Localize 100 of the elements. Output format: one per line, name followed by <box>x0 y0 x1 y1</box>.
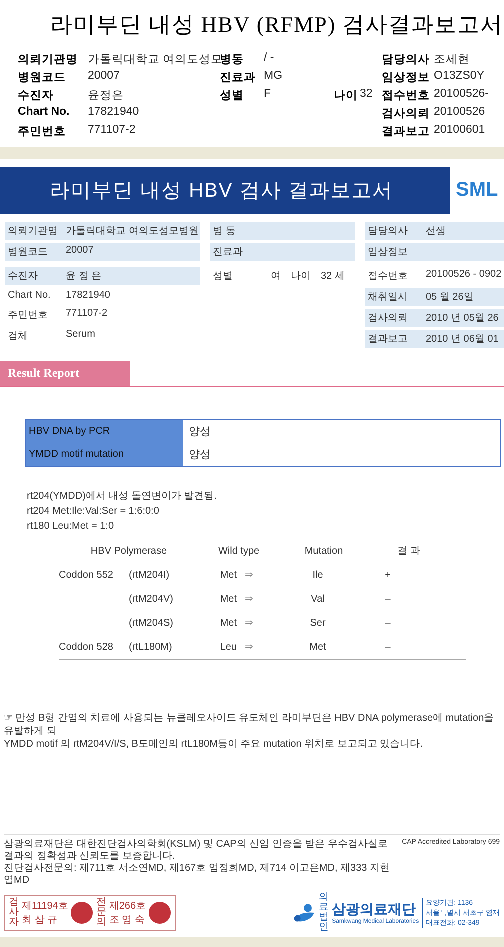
info-value: Serum <box>66 329 96 342</box>
field-value: O13ZS0Y <box>434 70 486 84</box>
table-cell-text: Met <box>219 618 238 628</box>
info-label: 의뢰기관명 <box>8 225 56 238</box>
field-value: / - <box>264 52 276 66</box>
field-value: 20100526- <box>434 88 490 102</box>
signer-role: 검사자 <box>9 898 19 928</box>
field-label: 의뢰기관명 <box>18 53 79 67</box>
table-cell-text: Ser <box>309 618 327 628</box>
table-cell-text: (rtL180M) <box>129 642 174 652</box>
comment-text: YMDD motif 의 rtM204V/I/S, B도메인의 rtL180M등이 주요 mutation 위치로 보고되고 있습니다. <box>4 738 424 751</box>
info-value: 32 세 <box>321 270 345 283</box>
info-label: 나이 <box>291 270 311 283</box>
info-label: 수진자 <box>8 270 39 283</box>
field-label: 접수번호 <box>382 89 431 103</box>
info-label: Chart No. <box>8 290 52 301</box>
signer-role: 전문의 <box>96 898 106 928</box>
table-cell-text: – <box>384 618 392 628</box>
field-label: 결과보고 <box>382 125 431 139</box>
field-value: 가톨릭대학교 여의도성모 <box>88 53 220 67</box>
license-number: 제266호 <box>109 900 146 913</box>
seal-icon <box>149 902 172 924</box>
field-value: MG <box>264 70 284 84</box>
note-text: rt204(YMDD)에서 내성 돌연변이가 발견됨. <box>27 490 218 504</box>
field-label: 임상정보 <box>382 71 431 85</box>
info-value: 2010 년 06월 01 <box>426 333 499 346</box>
report-banner: 라미부딘 내성 HBV 검사 결과보고서 <box>0 167 450 214</box>
field-label: 검사의뢰 <box>382 107 431 121</box>
field-value: 조세현 <box>434 53 471 67</box>
info-value: 771107-2 <box>66 308 108 321</box>
info-label: 검체 <box>8 330 29 343</box>
person-logo-icon <box>292 903 316 923</box>
field-label: 병원코드 <box>18 71 67 85</box>
table-cell-text: Coddon 552 <box>59 570 114 580</box>
report-title: 라미부딘 내성 HBV (RFMP) 검사결과보고서 <box>50 11 504 39</box>
table-cell-text: Ile <box>312 570 324 580</box>
field-value: 17821940 <box>88 106 140 120</box>
test-result: 양성 <box>188 448 212 463</box>
table-cell-text: Met <box>308 642 328 652</box>
info-value: 20100526 - 0902 <box>426 269 502 282</box>
table-cell-text: (rtM204V) <box>129 594 174 604</box>
field-label: 성별 <box>220 89 245 103</box>
table-cell-text: Met <box>219 594 238 604</box>
test-name: YMDD motif mutation <box>26 443 183 466</box>
field-label: Chart No. <box>18 106 71 120</box>
info-value: 선생 <box>426 225 446 238</box>
info-label: 결과보고 <box>368 333 409 346</box>
column-header: HBV Polymerase <box>90 546 168 556</box>
field-label: 병동 <box>220 53 245 67</box>
info-label: 주민번호 <box>8 309 49 322</box>
test-result: 양성 <box>188 425 212 440</box>
note-text: rt204 Met:Ile:Val:Ser = 1:6:0:0 <box>27 505 160 519</box>
info-value: 17821940 <box>66 290 110 301</box>
field-label: 수진자 <box>18 89 55 103</box>
column-header: Wild type <box>217 546 261 556</box>
info-value: 20007 <box>66 245 94 258</box>
info-value: 2010 년 05월 26 <box>426 312 499 325</box>
field-value: 32 <box>360 88 374 102</box>
column-header: 결 과 <box>396 545 422 558</box>
table-cell-text: (rtM204I) <box>129 570 171 580</box>
column-header: Mutation <box>304 546 344 556</box>
signer-name: 조 영 숙 <box>109 914 146 927</box>
info-label: 병원코드 <box>8 246 49 259</box>
license-number: 제11194호 <box>22 900 68 913</box>
field-label: 진료과 <box>220 71 257 85</box>
field-label: 나이 <box>334 89 359 103</box>
table-cell-text: Coddon 528 <box>59 642 114 652</box>
arrow-glyph: ⇒ <box>245 642 254 652</box>
table-cell-text: + <box>384 570 392 580</box>
info-label: 진료과 <box>213 246 244 259</box>
field-value: 20007 <box>88 70 121 84</box>
footer-text: 진단검사전문의: 제711호 서소연MD, 제167호 엄정희MD, 제714 이고은MD, 제333 지현엽MD <box>4 863 391 887</box>
seal-icon <box>71 902 94 924</box>
field-value: 20100601 <box>434 124 486 138</box>
sml-logo: SML <box>456 179 498 202</box>
arrow-glyph: ⇒ <box>245 594 254 604</box>
info-label: 성별 <box>213 270 234 283</box>
comment-text: ☞ 만성 B형 간염의 치료에 사용되는 뉴클레오사이드 유도체인 라미부딘은 HBV DNA polymerase에 mutation을 유발하게 되 <box>4 712 496 738</box>
arrow-glyph: ⇒ <box>245 618 254 628</box>
field-value: F <box>264 88 272 102</box>
field-value: 20100526 <box>434 106 486 120</box>
table-cell-text: – <box>384 594 392 604</box>
org-name: 삼광의료재단 <box>332 901 418 918</box>
info-value: 여 <box>271 270 281 283</box>
org-prefix: 의료법인 <box>319 893 330 933</box>
field-label: 주민번호 <box>18 125 67 139</box>
info-value: 윤 정 은 <box>66 270 102 283</box>
table-cell-text: Leu <box>219 642 238 652</box>
info-label: 채취일시 <box>368 291 409 304</box>
info-label: 검사의뢰 <box>368 312 409 325</box>
info-label: 접수번호 <box>368 270 409 283</box>
info-value: 05 월 26일 <box>426 291 474 304</box>
table-cell-text: (rtM204S) <box>129 618 174 628</box>
field-value: 771107-2 <box>88 124 137 138</box>
info-label: 병 동 <box>213 225 237 238</box>
info-label: 담당의사 <box>368 225 409 238</box>
table-cell-text: – <box>384 642 392 652</box>
info-label: 임상정보 <box>368 246 409 259</box>
info-value: 가톨릭대학교 여의도성모병원 <box>66 225 199 238</box>
signer-name: 최 삼 규 <box>22 914 59 927</box>
